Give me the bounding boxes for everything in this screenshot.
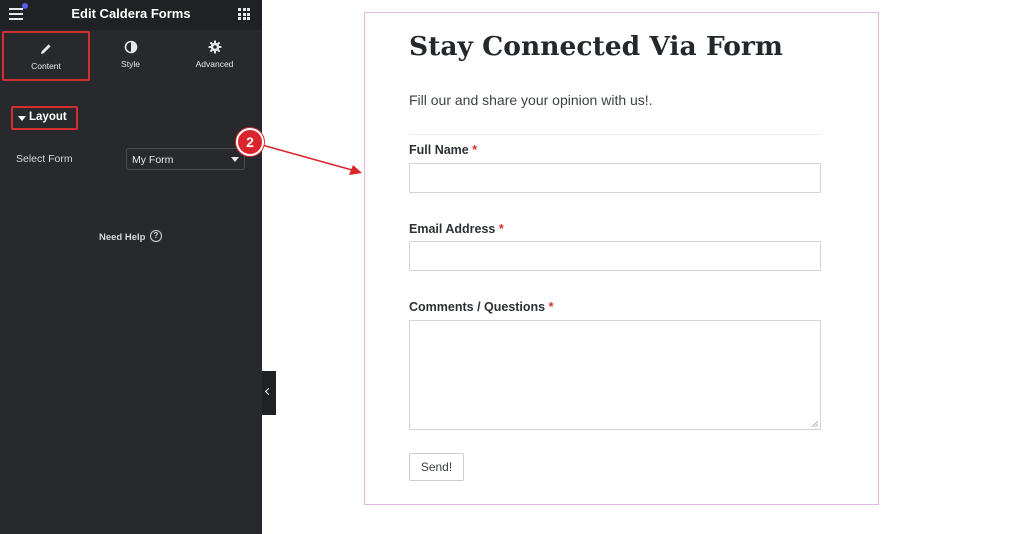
need-help-link[interactable]: Need Help [99, 232, 145, 243]
email-address-label-text: Email Address [409, 222, 496, 236]
comments-label-text: Comments / Questions [409, 300, 546, 314]
comments-textarea[interactable] [409, 320, 821, 430]
step-number-badge: 2 [236, 128, 264, 156]
comments-label: Comments / Questions * [409, 300, 554, 314]
select-form-value: My Form [132, 154, 174, 166]
gear-icon [208, 40, 221, 54]
required-mark: * [498, 222, 504, 236]
pencil-icon [41, 44, 51, 54]
collapse-panel-button[interactable] [262, 371, 276, 415]
widgets-grid-icon[interactable] [238, 8, 250, 20]
resize-grip-icon[interactable] [811, 420, 818, 427]
tab-content-label: Content [31, 61, 61, 71]
full-name-input[interactable] [409, 163, 821, 193]
caret-down-icon [18, 116, 26, 121]
sidebar-header: Edit Caldera Forms [0, 0, 262, 30]
tab-advanced[interactable]: Advanced [171, 30, 258, 82]
form-divider [409, 134, 821, 135]
form-subtitle: Fill our and share your opinion with us!… [409, 92, 653, 108]
email-address-label: Email Address * [409, 222, 504, 236]
half-circle-icon [124, 40, 137, 54]
full-name-label: Full Name * [409, 143, 477, 157]
layout-section-title: Layout [29, 111, 67, 123]
tab-content[interactable]: Content [2, 31, 90, 81]
select-form-dropdown[interactable]: My Form [126, 148, 245, 170]
required-mark: * [548, 300, 554, 314]
send-button[interactable]: Send! [409, 453, 464, 481]
chevron-left-icon [264, 387, 273, 396]
email-address-input[interactable] [409, 241, 821, 271]
select-form-label: Select Form [16, 153, 73, 165]
form-title: Stay Connected Via Form [409, 31, 783, 62]
sidebar-title: Edit Caldera Forms [71, 6, 191, 21]
panel-tabs: Content Style Advanced [0, 30, 262, 82]
layout-section-toggle[interactable]: Layout [11, 106, 78, 130]
tab-style-label: Style [121, 59, 140, 69]
question-circle-icon[interactable]: ? [150, 230, 162, 242]
dropdown-arrow-icon [231, 157, 239, 162]
full-name-label-text: Full Name [409, 143, 469, 157]
tab-style[interactable]: Style [87, 30, 174, 82]
required-mark: * [472, 143, 478, 157]
editor-sidebar: Edit Caldera Forms Content Style Advance… [0, 0, 262, 534]
tab-advanced-label: Advanced [195, 59, 234, 69]
